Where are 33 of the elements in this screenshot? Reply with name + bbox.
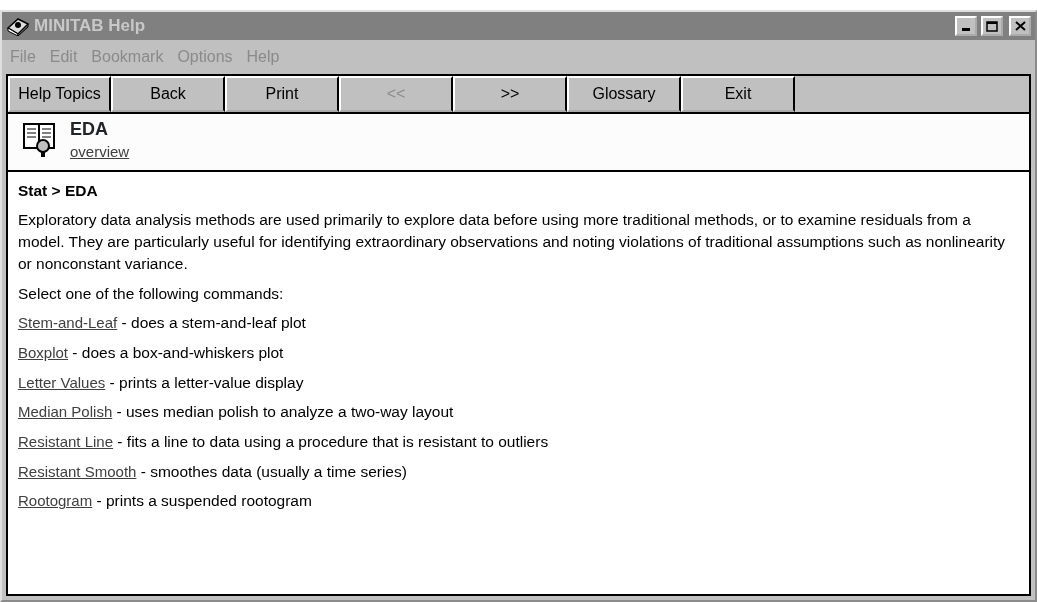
close-icon — [1014, 21, 1026, 31]
breadcrumb-path: Stat > EDA — [18, 180, 99, 201]
command-link[interactable]: Stem-and-Leaf — [18, 314, 118, 332]
command-link[interactable]: Resistant Smooth — [18, 462, 137, 480]
command-description: - does a box-and-whiskers plot — [71, 343, 284, 361]
overview-link[interactable]: overview — [70, 142, 130, 160]
command-link[interactable]: Rootogram — [18, 492, 93, 510]
toolbar-button[interactable]: Print — [225, 76, 339, 112]
help-book-icon — [6, 16, 30, 36]
intro-paragraph: Exploratory data analysis methods are used primarily to explore data before using more traditional methods, or to examine residuals from a model. They are particularly useful for identifying extraordinary observations and noting violations of traditional assumptions such as nonlinearity or nonconstant variance. — [18, 210, 1007, 274]
toolbar-button[interactable]: >> — [453, 76, 567, 112]
command-link[interactable]: Resistant Line — [18, 433, 114, 450]
maximize-icon — [986, 20, 998, 32]
command-description: - does a stem-and-leaf plot — [120, 314, 306, 332]
toolbar-button[interactable]: Help Topics — [8, 76, 111, 112]
toolbar-button[interactable]: Back — [111, 76, 225, 112]
command-link[interactable]: Boxplot — [18, 343, 69, 361]
toolbar-button[interactable]: Glossary — [567, 76, 681, 112]
minimize-icon — [962, 28, 970, 31]
command-link[interactable]: Median Polish — [18, 403, 113, 421]
prompt-text: Select one of the following commands: — [18, 283, 285, 304]
command-description: - prints a suspended rootogram — [95, 492, 312, 510]
command-link[interactable]: Letter Values — [18, 373, 106, 391]
toolbar-button[interactable]: Exit — [681, 76, 795, 112]
command-description: - smoothes data (usually a time series) — [139, 462, 407, 480]
maximize-button[interactable] — [981, 16, 1003, 36]
command-description: - prints a letter-value display — [108, 373, 304, 391]
command-description: - fits a line to data using a procedure that is resistant to outliers — [116, 433, 549, 450]
minimize-button[interactable] — [955, 16, 977, 36]
window-title: MINITAB Help — [34, 15, 146, 38]
command-description: - uses median polish to analyze a two-way layout — [115, 403, 454, 421]
close-button[interactable] — [1009, 16, 1031, 36]
topic-title: EDA — [70, 120, 109, 140]
